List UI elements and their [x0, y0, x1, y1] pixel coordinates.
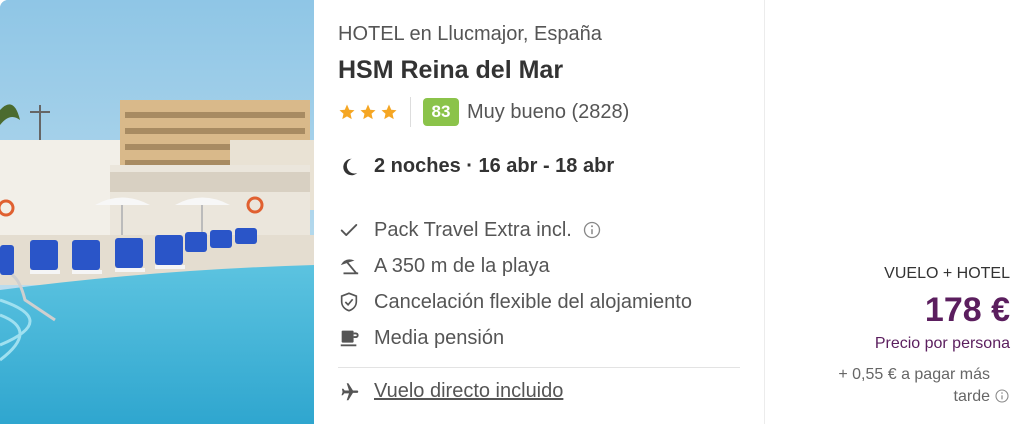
- price-per-person-label: Precio por persona: [874, 335, 1010, 352]
- feature-item: Pack Travel Extra incl.: [338, 212, 740, 248]
- price-panel[interactable]: VUELO + HOTEL 178 € Precio por persona +…: [764, 0, 1022, 424]
- feature-item: Cancelación flexible del alojamiento: [338, 284, 740, 320]
- hotel-info: HOTEL en Llucmajor, España HSM Reina del…: [338, 0, 740, 424]
- feature-text: A 350 m de la playa: [374, 254, 550, 277]
- check-icon: [340, 224, 358, 236]
- info-icon[interactable]: [994, 388, 1010, 404]
- feature-list: Pack Travel Extra incl. A 350 m de la pl…: [338, 212, 740, 356]
- hotel-result-card[interactable]: HOTEL en Llucmajor, España HSM Reina del…: [0, 0, 1022, 424]
- package-type: VUELO + HOTEL: [884, 265, 1010, 282]
- direct-flight-link[interactable]: Vuelo directo incluido: [374, 380, 563, 403]
- hotel-photo[interactable]: [0, 0, 314, 424]
- section-divider: [338, 367, 740, 368]
- rating-divider: [410, 97, 411, 127]
- star-icon: [339, 104, 355, 120]
- score-badge: 83: [423, 98, 459, 126]
- hotel-photo-image: [0, 0, 314, 424]
- feature-item: A 350 m de la playa: [338, 248, 740, 284]
- later-fee: + 0,55 € a pagar más tarde: [810, 364, 1010, 408]
- feature-text: Media pensión: [374, 326, 505, 349]
- rating-row: 83 Muy bueno (2828): [338, 96, 629, 128]
- review-summary[interactable]: Muy bueno (2828): [467, 101, 629, 124]
- beach-umbrella-icon: [340, 259, 359, 275]
- info-icon[interactable]: [582, 220, 602, 240]
- airplane-icon: [341, 382, 359, 400]
- coffee-cup-icon: [340, 330, 359, 347]
- feature-text: Cancelación flexible del alojamiento: [374, 290, 692, 313]
- star-rating: [338, 103, 398, 121]
- feature-text: Pack Travel Extra incl.: [374, 218, 572, 241]
- shield-check-icon: [340, 292, 358, 312]
- flight-info: Vuelo directo incluido: [338, 380, 563, 403]
- hotel-name[interactable]: HSM Reina del Mar: [338, 56, 563, 85]
- feature-item: Media pensión: [338, 320, 740, 356]
- stay-dates-text: 2 noches · 16 abr - 18 abr: [374, 155, 615, 177]
- later-fee-text: + 0,55 € a pagar más tarde: [838, 366, 990, 405]
- hotel-category-location: HOTEL en Llucmajor, España: [338, 23, 602, 45]
- stay-dates: 2 noches · 16 abr - 18 abr: [338, 155, 614, 178]
- moon-icon: [343, 158, 358, 175]
- price: 178 €: [924, 291, 1010, 329]
- star-icon: [381, 104, 397, 120]
- star-icon: [360, 104, 376, 120]
